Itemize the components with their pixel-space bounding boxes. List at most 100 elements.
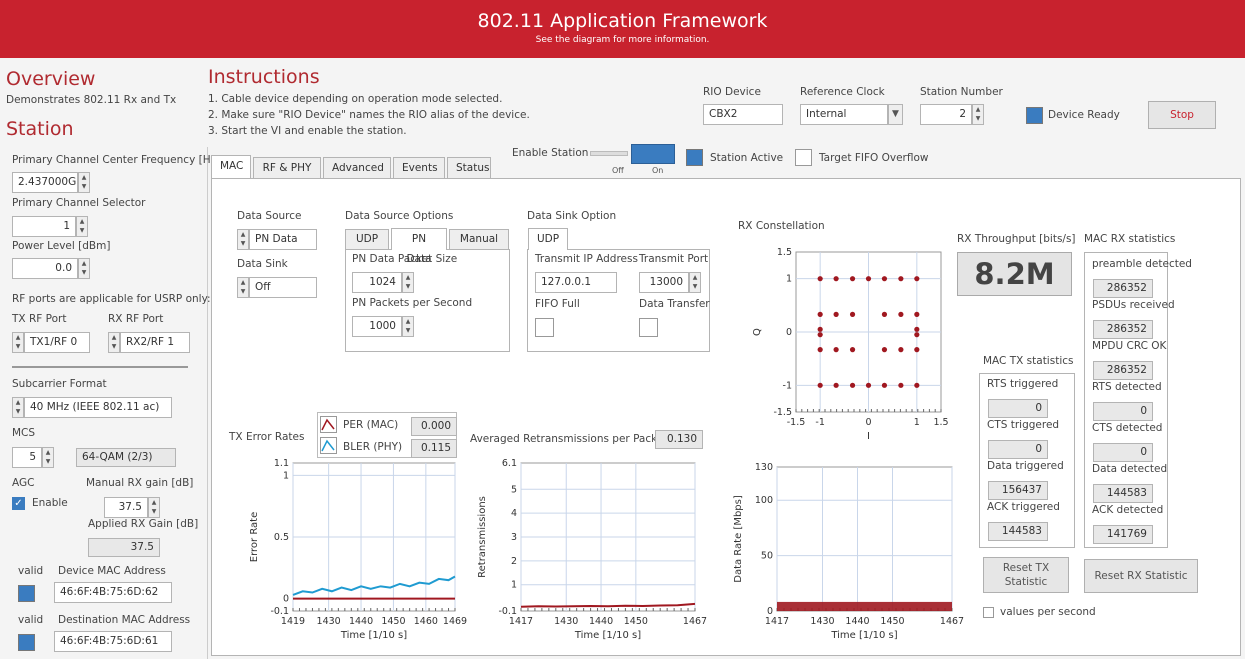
- constellation-point: [914, 276, 920, 282]
- constellation-point: [849, 276, 856, 282]
- y-tick-label: 4: [511, 508, 517, 519]
- reference-clock-select[interactable]: Internal: [800, 104, 888, 125]
- mac-rx-stat-label: ACK detected: [1092, 504, 1164, 516]
- power-field[interactable]: 0.0: [12, 258, 78, 279]
- dest-mac-field[interactable]: 46:6F:4B:75:6D:61: [54, 631, 172, 652]
- rx-port-field[interactable]: RX2/RF 1: [120, 332, 190, 353]
- subcarrier-field[interactable]: 40 MHz (IEEE 802.11 ac): [24, 397, 172, 418]
- reset-tx-button[interactable]: Reset TX Statistic: [983, 557, 1069, 593]
- tab-rf-phy[interactable]: RF & PHY: [253, 157, 321, 179]
- x-tick-label: 1450: [381, 616, 405, 627]
- spinner-icon[interactable]: ▲ ▼: [402, 272, 414, 293]
- device-ready-label: Device Ready: [1048, 109, 1120, 121]
- reference-clock-label: Reference Clock: [800, 86, 885, 98]
- data-transfer-indicator: [639, 318, 658, 337]
- mac-rx-stat-label: RTS detected: [1092, 381, 1162, 393]
- constellation-point: [865, 382, 872, 388]
- enable-station-toggle[interactable]: [631, 144, 675, 164]
- constellation-point: [898, 276, 904, 282]
- tab-status[interactable]: Status: [447, 157, 491, 179]
- y-tick-label: 1.1: [274, 458, 289, 469]
- agc-checkbox[interactable]: ✓: [12, 497, 25, 510]
- y-axis-label: Retransmissions: [477, 496, 488, 578]
- dso-tab-manual[interactable]: Manual: [449, 229, 509, 249]
- x-tick-label: 1467: [683, 616, 707, 627]
- y-tick-label: 0.5: [274, 532, 289, 543]
- dso-tab-pn-data[interactable]: PN Data: [391, 228, 447, 265]
- spinner-icon[interactable]: ▲ ▼: [12, 397, 24, 418]
- spinner-icon[interactable]: ▲ ▼: [237, 229, 249, 250]
- y-tick-label: 1: [786, 274, 792, 285]
- constellation-point: [914, 382, 920, 388]
- constellation-point: [898, 311, 904, 317]
- reset-rx-button[interactable]: Reset RX Statistic: [1084, 559, 1198, 593]
- spinner-icon[interactable]: ▲ ▼: [148, 497, 160, 518]
- tx-port-field[interactable]: TX1/RF 0: [24, 332, 90, 353]
- spinner-icon[interactable]: ▲ ▼: [402, 316, 414, 337]
- tx-port-field[interactable]: 13000: [639, 272, 689, 293]
- y-axis-label: Data Rate [Mbps]: [733, 495, 744, 583]
- freq-field[interactable]: 2.437000G: [12, 172, 78, 193]
- pn-size-field[interactable]: 1024: [352, 272, 402, 293]
- data-sink-field[interactable]: Off: [249, 277, 317, 298]
- spinner-icon[interactable]: ▲ ▼: [76, 216, 88, 237]
- dsink-tab-udp[interactable]: UDP: [528, 228, 568, 250]
- spinner-icon[interactable]: ▲ ▼: [689, 272, 701, 293]
- rio-device-field[interactable]: CBX2: [703, 104, 783, 125]
- spinner-icon[interactable]: ▲ ▼: [78, 258, 90, 279]
- tx-error-chart: 1419 1430 1440 1450 1460 1469 -0.10 0.5 11.1 Time…: [249, 458, 467, 641]
- overview-desc: Demonstrates 802.11 Rx and Tx: [6, 94, 177, 106]
- mac-rx-stat-value: 286352: [1093, 279, 1153, 298]
- instructions-title: Instructions: [208, 66, 320, 88]
- device-mac-valid-led: [18, 585, 35, 602]
- y-tick-label: 6.1: [502, 458, 517, 469]
- tx-ip-field[interactable]: 127.0.0.1: [535, 272, 617, 293]
- pn-rate-field[interactable]: 1000: [352, 316, 402, 337]
- mac-rx-stat-value: 144583: [1093, 484, 1153, 503]
- station-number-field[interactable]: 2: [920, 104, 972, 125]
- constellation-point: [817, 276, 823, 282]
- constellation-point: [914, 326, 920, 332]
- spinner-icon[interactable]: ▲ ▼: [237, 277, 249, 298]
- tab-events[interactable]: Events: [393, 157, 445, 179]
- x-tick-label: 1467: [940, 616, 964, 627]
- power-label: Power Level [dBm]: [12, 240, 111, 252]
- data-source-field[interactable]: PN Data: [249, 229, 317, 250]
- x-tick-label: 1430: [317, 616, 341, 627]
- selector-field[interactable]: 1: [12, 216, 76, 237]
- spinner-icon[interactable]: ▲ ▼: [12, 332, 24, 353]
- per-legend-icon: [320, 416, 337, 433]
- constellation-point: [817, 332, 823, 338]
- mac-rx-stat-label: PSDUs received: [1092, 299, 1175, 311]
- mcs-field[interactable]: 5: [12, 447, 42, 468]
- device-ready-led: [1026, 107, 1043, 124]
- data-transfer-label: Data Transfer: [639, 298, 710, 310]
- tab-mac[interactable]: MAC: [211, 155, 251, 179]
- instruction-step: 1. Cable device depending on operation m…: [208, 93, 503, 105]
- x-tick-label: 1417: [509, 616, 533, 627]
- spinner-icon[interactable]: ▲ ▼: [108, 332, 120, 353]
- data-rate-area: [777, 601, 952, 611]
- spinner-icon[interactable]: ▲ ▼: [42, 447, 54, 468]
- fifo-overflow-label: Target FIFO Overflow: [819, 152, 929, 164]
- manual-gain-field[interactable]: 37.5: [104, 497, 148, 518]
- plot-area: [776, 466, 953, 612]
- y-tick-label: 0: [767, 606, 773, 617]
- spinner-icon[interactable]: ▲ ▼: [78, 172, 90, 193]
- tab-advanced[interactable]: Advanced: [323, 157, 391, 179]
- mac-tx-stat-value: 156437: [988, 481, 1048, 500]
- agc-enable-label: Enable: [32, 497, 68, 509]
- mac-tx-stat-label: CTS triggered: [987, 419, 1060, 431]
- constellation-point: [833, 276, 839, 282]
- constellation-point: [817, 326, 823, 332]
- station-title: Station: [6, 118, 74, 140]
- x-tick-label: 1419: [281, 616, 305, 627]
- device-mac-field[interactable]: 46:6F:4B:75:6D:62: [54, 582, 172, 603]
- values-per-second-checkbox[interactable]: [983, 607, 994, 618]
- dropdown-arrow-icon[interactable]: ▼: [888, 104, 903, 125]
- stop-button[interactable]: Stop: [1148, 101, 1216, 129]
- dso-tab-udp[interactable]: UDP: [345, 229, 389, 249]
- x-tick-label: 1460: [414, 616, 438, 627]
- y-tick-label: -1: [783, 380, 792, 391]
- spinner-icon[interactable]: ▲ ▼: [972, 104, 984, 125]
